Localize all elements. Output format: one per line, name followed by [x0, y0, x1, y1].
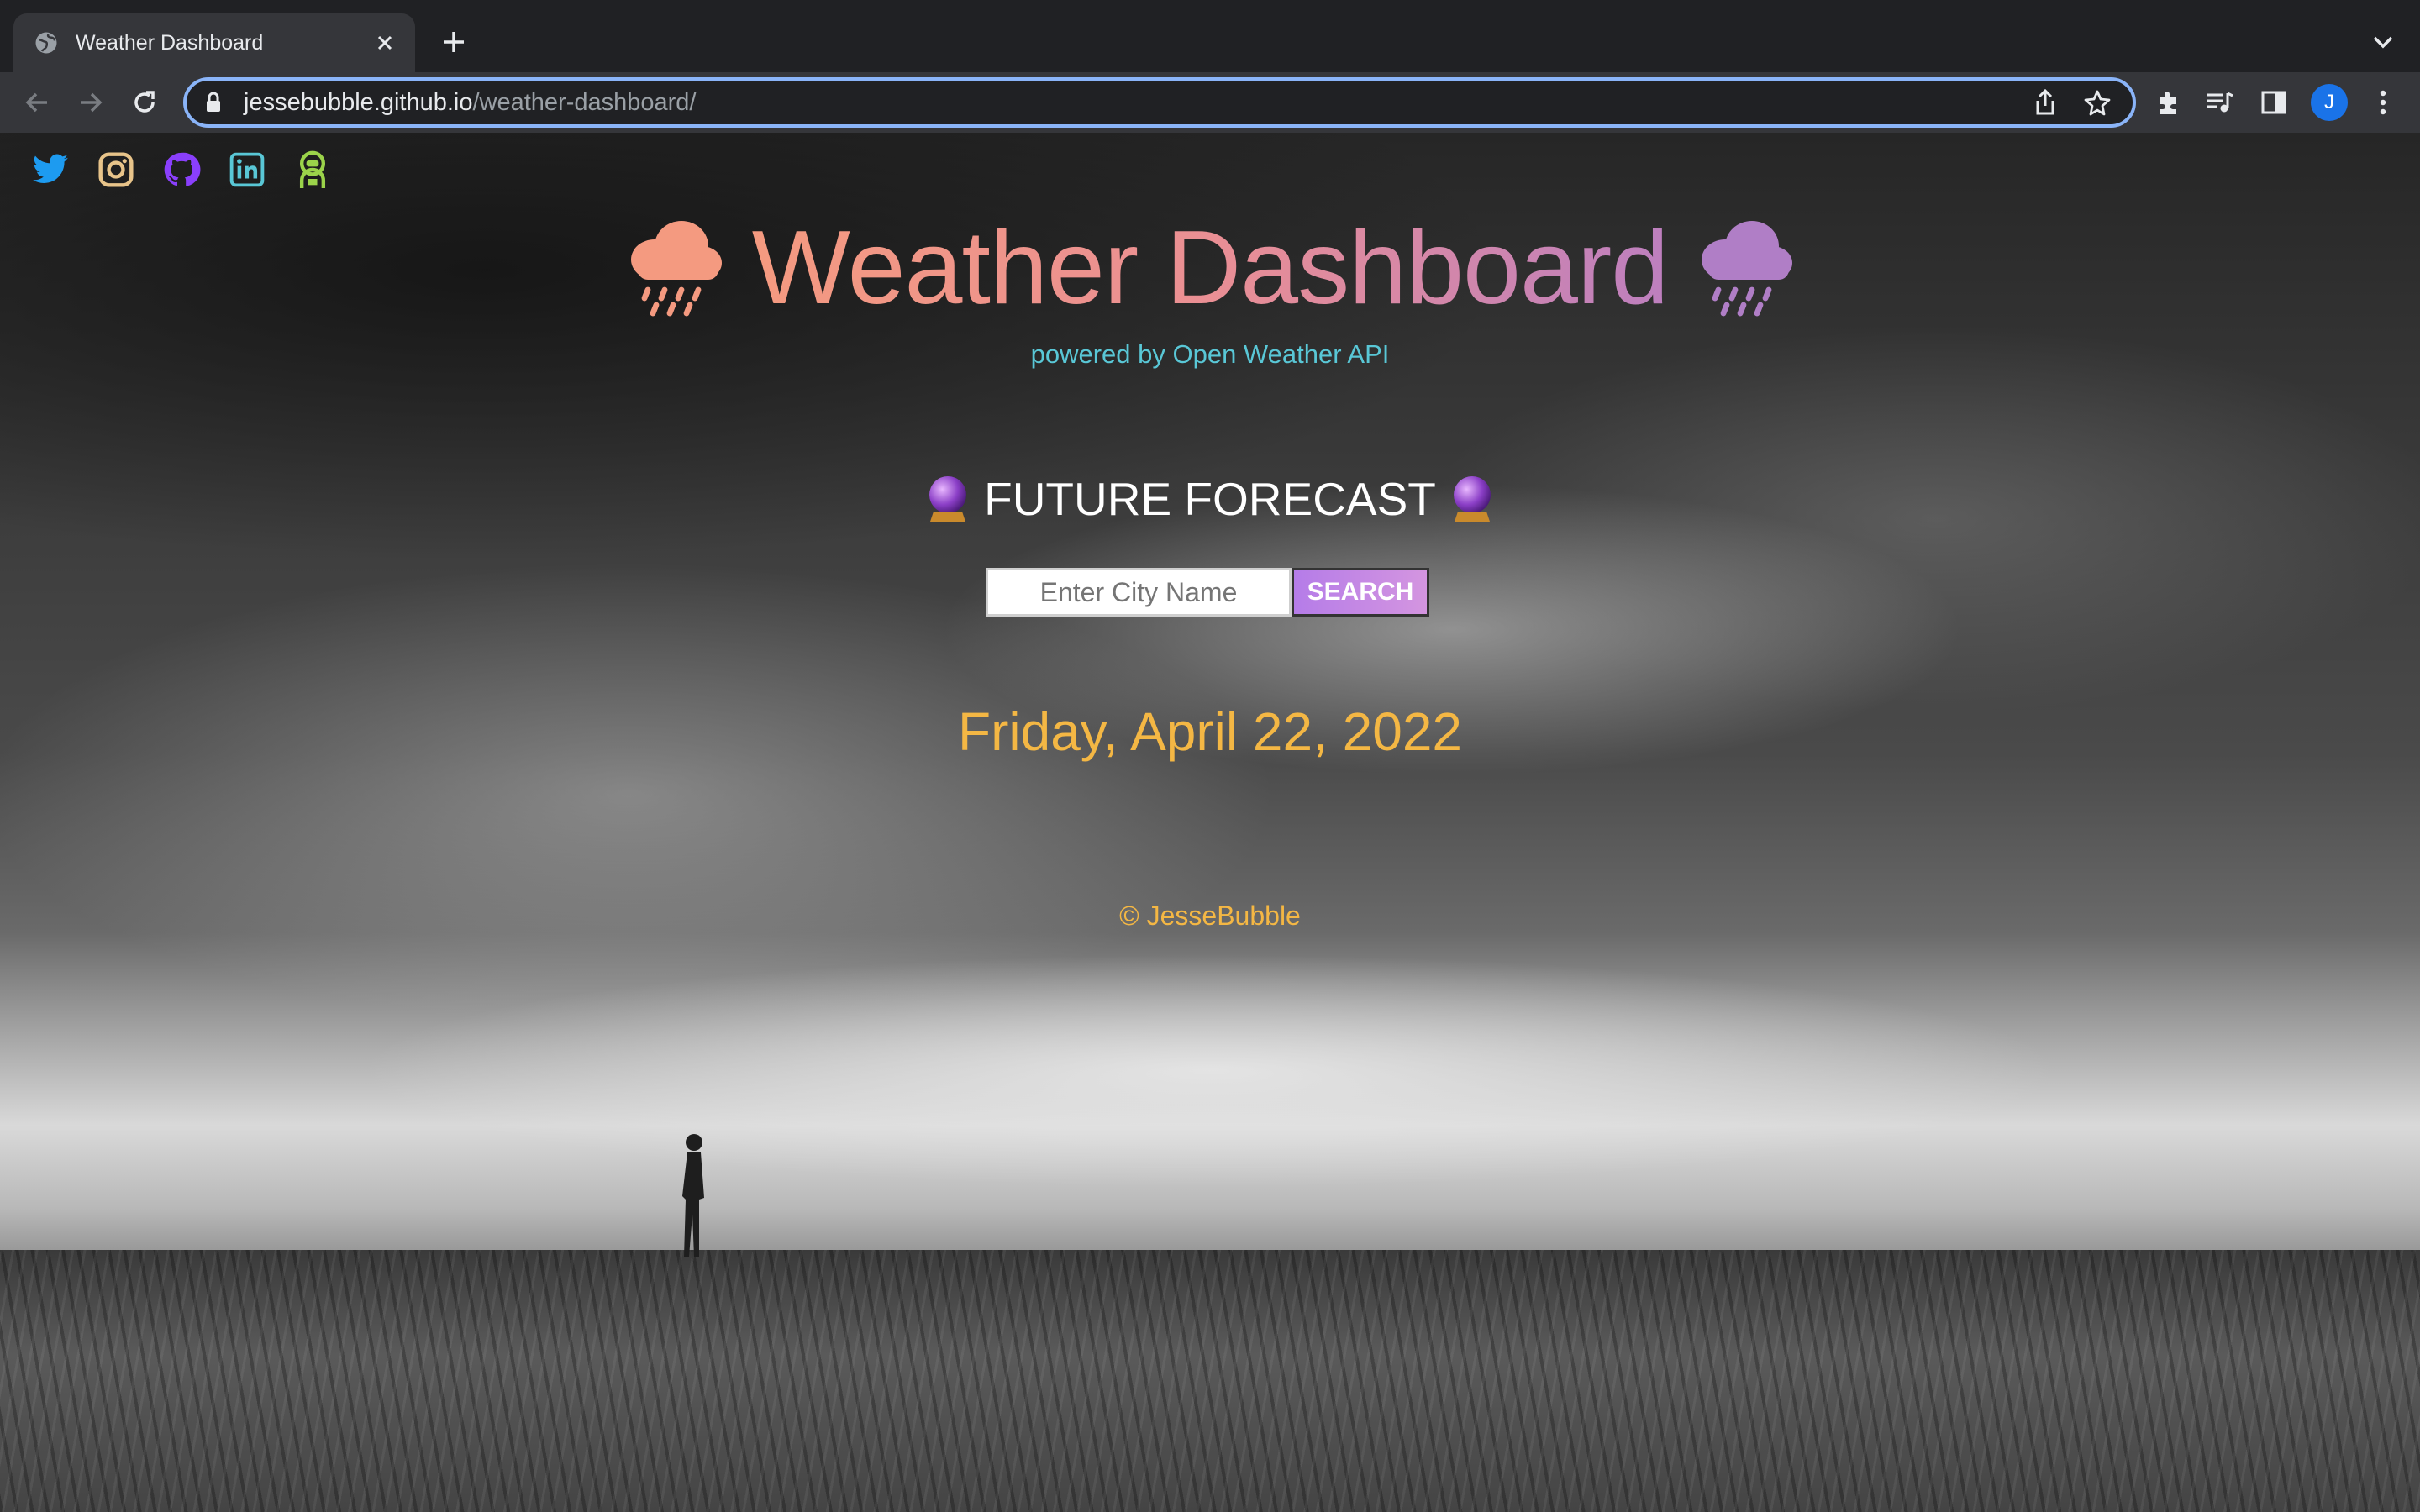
arrow-left-icon — [25, 92, 47, 113]
tab-search-button[interactable] — [2366, 25, 2400, 59]
forward-button[interactable] — [72, 84, 109, 121]
url-path: /weather-dashboard/ — [472, 88, 697, 116]
reload-icon — [134, 91, 155, 113]
rain-cloud-icon — [630, 221, 722, 317]
rain-cloud-icon — [1702, 221, 1793, 317]
reload-button[interactable] — [126, 84, 163, 121]
back-button[interactable] — [18, 84, 55, 121]
url-text[interactable]: jessebubble.github.io/weather-dashboard/ — [244, 89, 2028, 117]
current-date: Friday, April 22, 2022 — [957, 701, 1463, 762]
tab-title: Weather Dashboard — [76, 30, 264, 55]
browser-toolbar: jessebubble.github.io/weather-dashboard/… — [0, 72, 2420, 133]
background-field-image — [0, 1250, 2420, 1512]
profile-avatar[interactable]: J — [2311, 84, 2348, 121]
search-button[interactable]: SEARCH — [1292, 568, 1429, 617]
forecast-heading: FUTURE FORECAST — [0, 472, 2420, 526]
background-person-silhouette — [682, 1134, 704, 1257]
city-search-form: SEARCH — [986, 568, 1429, 617]
linkedin-icon[interactable] — [227, 150, 267, 190]
new-tab-button[interactable] — [437, 25, 471, 59]
side-panel-icon[interactable] — [2255, 84, 2292, 121]
plus-icon — [444, 32, 464, 52]
bookmark-star-icon[interactable] — [2081, 86, 2114, 119]
crystal-ball-icon — [929, 476, 967, 522]
portfolio-icon[interactable] — [292, 150, 333, 190]
footer-copyright: © JesseBubble — [1119, 900, 1301, 931]
twitter-icon[interactable] — [30, 150, 71, 190]
media-control-icon[interactable] — [2202, 84, 2238, 121]
github-icon[interactable] — [161, 150, 202, 190]
share-icon[interactable] — [2028, 86, 2062, 119]
url-host: jessebubble.github.io — [244, 88, 473, 116]
page-header: Weather Dashboard powered by Open Weathe… — [0, 208, 2420, 370]
crystal-ball-icon — [1453, 476, 1491, 522]
browser-tab[interactable]: Weather Dashboard — [13, 13, 415, 72]
instagram-icon[interactable] — [96, 150, 136, 190]
page-subtitle: powered by Open Weather API — [1030, 339, 1390, 369]
arrow-right-icon — [81, 92, 103, 113]
globe-icon — [35, 32, 57, 54]
lock-icon[interactable] — [205, 91, 225, 114]
close-icon[interactable] — [370, 28, 400, 58]
extensions-icon[interactable] — [2149, 84, 2186, 121]
kebab-menu-icon[interactable] — [2365, 84, 2402, 121]
page-title: Weather Dashboard — [751, 210, 1669, 326]
forecast-label: FUTURE FORECAST — [984, 473, 1436, 525]
address-bar[interactable]: jessebubble.github.io/weather-dashboard/ — [183, 77, 2136, 128]
title-row: Weather Dashboard — [0, 208, 2420, 328]
city-search-input[interactable] — [986, 568, 1292, 617]
chevron-down-icon — [2373, 36, 2393, 49]
browser-tabstrip: Weather Dashboard — [0, 0, 2420, 72]
page-viewport: Weather Dashboard powered by Open Weathe… — [0, 133, 2420, 1512]
social-links — [30, 150, 333, 190]
